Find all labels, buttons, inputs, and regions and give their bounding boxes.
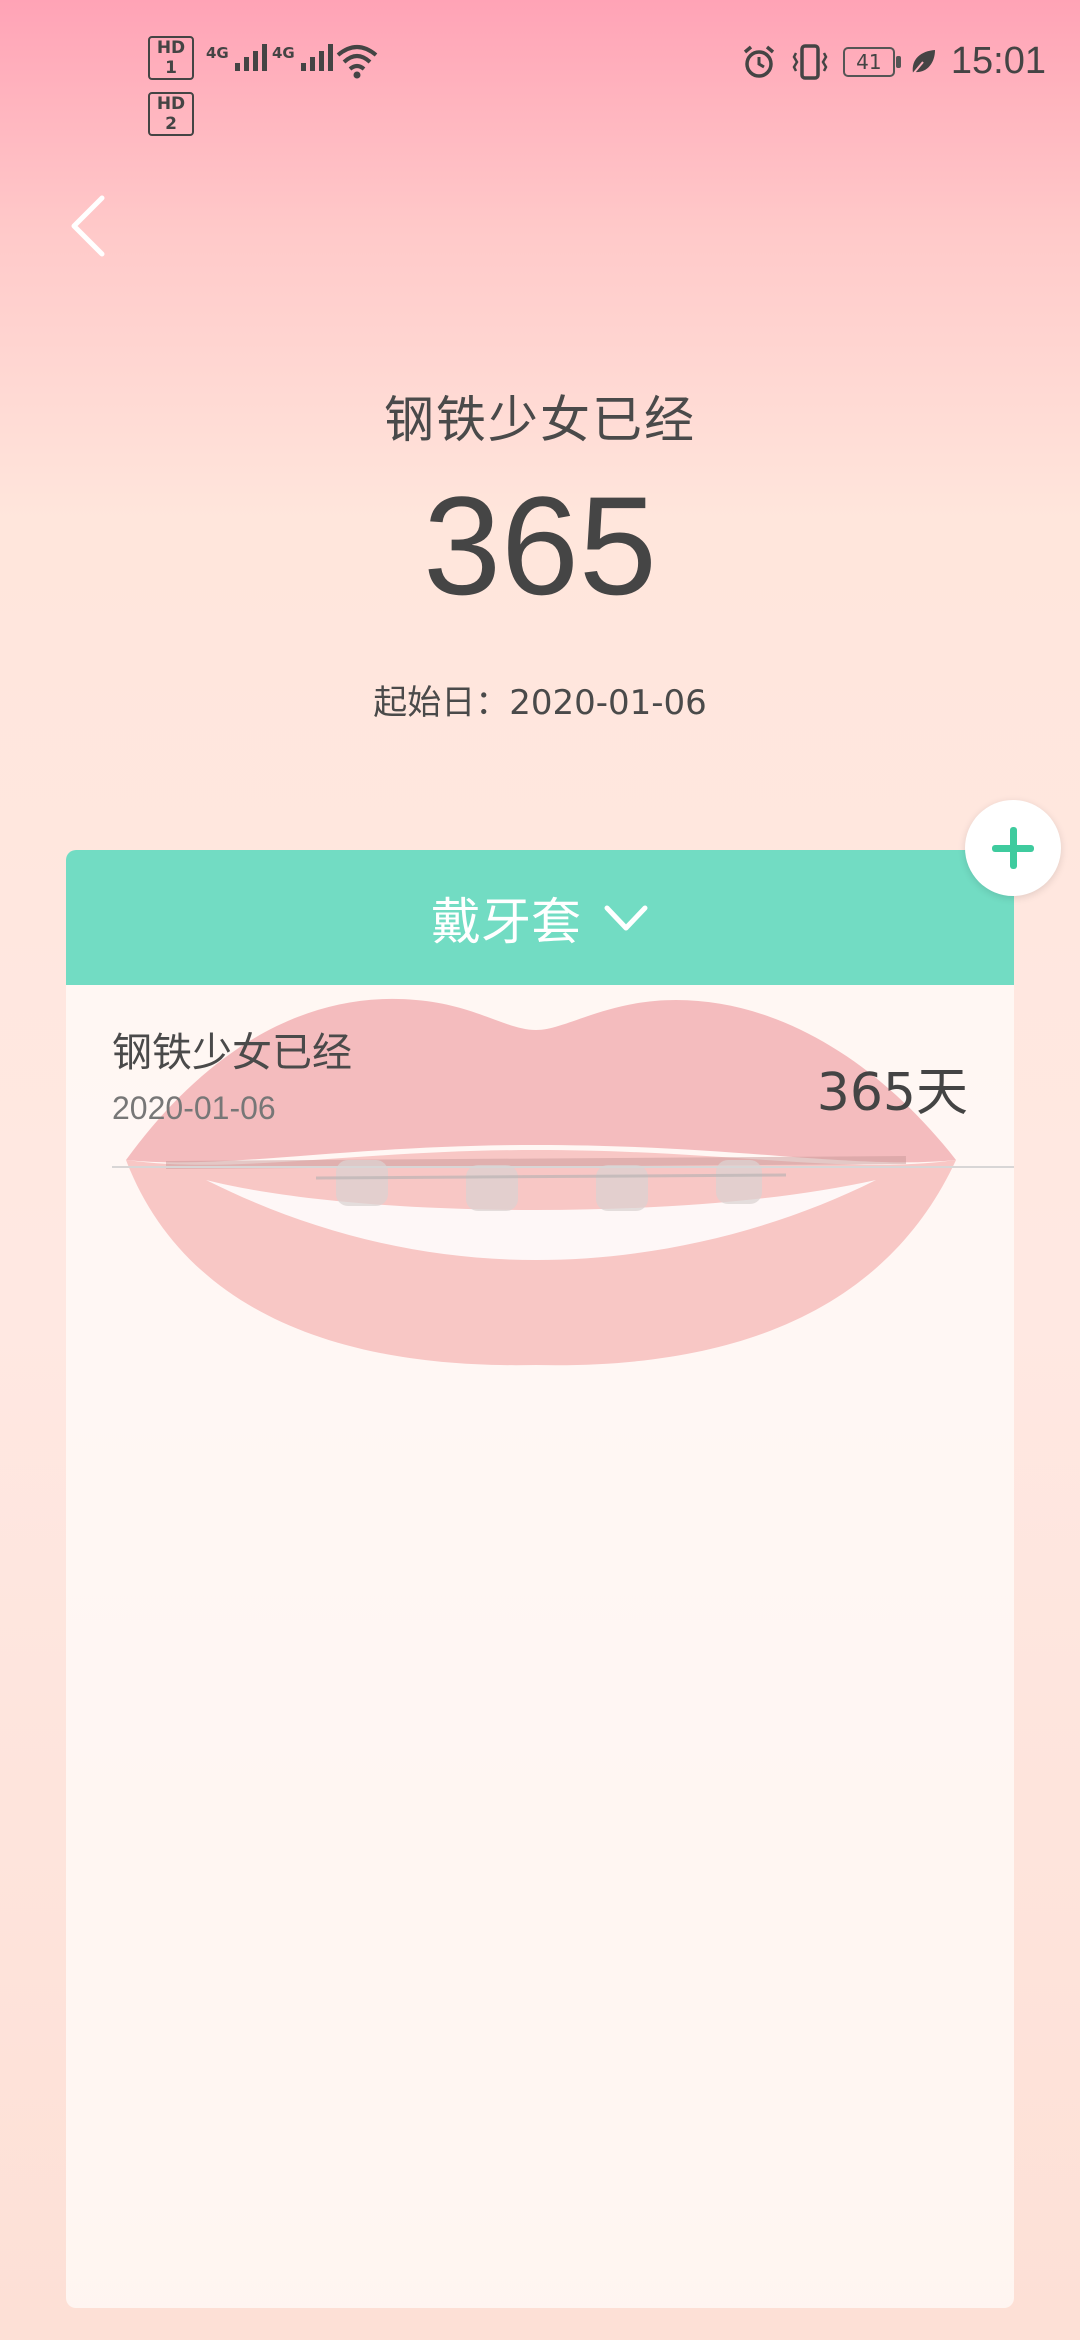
- item-days: 365天: [816, 1063, 968, 1123]
- chevron-left-icon: [71, 195, 105, 257]
- signal-1-icon: 4G: [206, 44, 267, 71]
- sim-indicators: HD 1 HD 2: [148, 36, 194, 148]
- signal-2-icon: 4G: [272, 44, 333, 71]
- day-count: 365: [423, 467, 657, 624]
- sim2-badge: HD 2: [148, 92, 194, 136]
- vibrate-icon: [792, 43, 828, 80]
- sim1-badge: HD 1: [148, 36, 194, 80]
- start-date: 起始日：2020-01-06: [373, 683, 707, 723]
- item-name: 钢铁少女已经: [112, 1030, 352, 1076]
- chevron-down-icon: [604, 905, 648, 930]
- event-title: 钢铁少女已经: [384, 391, 696, 449]
- status-bar: HD 1 HD 2 4G 4G 41 15:01: [0, 0, 1080, 136]
- wifi-icon: [336, 45, 378, 79]
- status-right: 41 15:01: [741, 40, 1046, 83]
- category-selector[interactable]: 戴牙套: [66, 850, 1014, 985]
- item-date: 2020-01-06: [112, 1090, 276, 1126]
- alarm-icon: [743, 45, 775, 78]
- event-card: 戴牙套 钢铁少女已经 2020-01-06 365天: [66, 850, 1014, 2308]
- category-label: 戴牙套: [431, 892, 581, 951]
- leaf-icon: [912, 49, 935, 75]
- back-button[interactable]: [62, 190, 122, 260]
- battery-icon: 41: [842, 46, 901, 77]
- add-button[interactable]: [965, 800, 1061, 896]
- list-item[interactable]: 钢铁少女已经 2020-01-06 365天: [112, 1020, 1014, 1168]
- clock: 15:01: [950, 40, 1046, 82]
